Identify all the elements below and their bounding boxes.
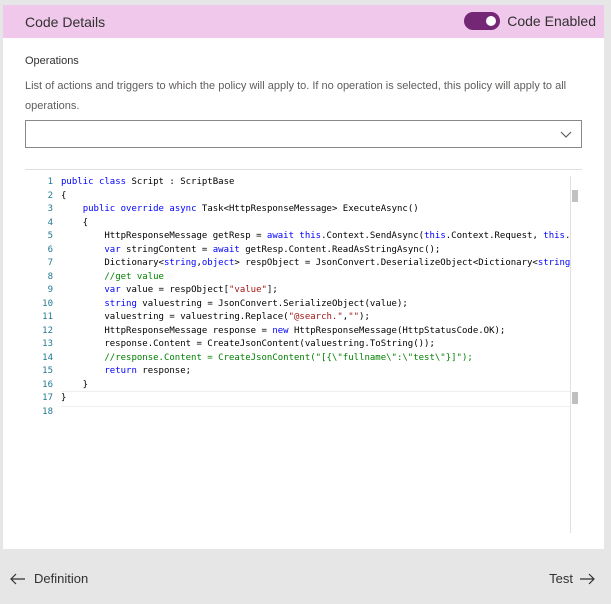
code-line[interactable]: var stringContent = await getResp.Conten… bbox=[61, 244, 570, 258]
code-line[interactable]: var value = respObject["value"]; bbox=[61, 284, 570, 298]
code-line[interactable]: string valuestring = JsonConvert.Seriali… bbox=[61, 298, 570, 312]
next-label: Test bbox=[549, 571, 573, 586]
line-number: 10 bbox=[42, 298, 53, 309]
line-number: 18 bbox=[42, 406, 53, 417]
operations-dropdown[interactable] bbox=[25, 120, 582, 148]
operations-label: Operations bbox=[25, 55, 79, 67]
code-line[interactable]: HttpResponseMessage response = new HttpR… bbox=[61, 325, 570, 339]
arrow-left-icon bbox=[10, 573, 25, 584]
code-line[interactable]: return response; bbox=[61, 365, 570, 379]
code-line[interactable]: HttpResponseMessage getResp = await this… bbox=[61, 230, 570, 244]
arrow-right-icon bbox=[580, 573, 595, 584]
line-number: 7 bbox=[47, 258, 53, 268]
panel-title: Code Details bbox=[25, 14, 106, 30]
code-area[interactable]: public class Script : ScriptBase{ public… bbox=[61, 176, 570, 419]
toggle-knob bbox=[486, 16, 497, 26]
code-line[interactable]: } bbox=[61, 391, 570, 407]
code-line[interactable]: //get value bbox=[61, 271, 570, 285]
definition-back-button[interactable]: Definition bbox=[10, 571, 88, 586]
code-editor[interactable]: 1 2 3 4 5 6 7 8 9 10 11 12 13 14 15 16 17 18 public class… bbox=[25, 169, 582, 533]
wizard-footer: Definition Test bbox=[0, 549, 611, 604]
code-line[interactable]: //response.Content = CreateJsonContent("… bbox=[61, 352, 570, 366]
operations-description: List of actions and triggers to which th… bbox=[25, 80, 567, 112]
line-number-gutter: 1 2 3 4 5 6 7 8 9 10 11 12 13 14 15 16 17 18 bbox=[25, 176, 53, 419]
line-number: 4 bbox=[47, 217, 53, 228]
line-number: 13 bbox=[42, 339, 53, 349]
toggle-label: Code Enabled bbox=[507, 13, 596, 29]
code-line[interactable]: public class Script : ScriptBase bbox=[61, 176, 570, 190]
line-number: 9 bbox=[47, 285, 53, 295]
code-line[interactable]: response.Content = CreateJsonContent(val… bbox=[61, 338, 570, 352]
code-line[interactable]: ​ bbox=[61, 406, 570, 420]
code-line[interactable]: valuestring = valuestring.Replace("@sear… bbox=[61, 311, 570, 325]
scrollbar-thumb[interactable] bbox=[572, 190, 578, 202]
chevron-down-icon bbox=[560, 131, 572, 138]
code-line[interactable]: { bbox=[61, 190, 570, 204]
line-number: 12 bbox=[42, 325, 53, 336]
code-line[interactable]: Dictionary<string,object> respObject = J… bbox=[61, 257, 570, 271]
code-line[interactable]: { bbox=[61, 217, 570, 231]
line-number: 3 bbox=[47, 204, 53, 214]
code-line[interactable]: } bbox=[61, 379, 570, 393]
line-number: 14 bbox=[42, 352, 53, 363]
line-number: 5 bbox=[47, 231, 53, 241]
line-number: 16 bbox=[42, 379, 53, 390]
line-number: 15 bbox=[42, 366, 53, 376]
line-number: 11 bbox=[42, 312, 53, 322]
code-details-panel: Code Details Code Enabled Operations Lis… bbox=[3, 5, 604, 549]
toggle-switch[interactable] bbox=[464, 12, 501, 30]
line-number: 17 bbox=[42, 393, 53, 403]
test-next-button[interactable]: Test bbox=[549, 571, 595, 586]
line-number: 2 bbox=[47, 190, 53, 201]
scrollbar-marker bbox=[572, 392, 578, 404]
back-label: Definition bbox=[34, 571, 89, 586]
line-number: 8 bbox=[47, 271, 53, 282]
panel-header: Code Details Code Enabled bbox=[3, 5, 604, 38]
code-line[interactable]: public override async Task<HttpResponseM… bbox=[61, 203, 570, 217]
code-enabled-toggle[interactable]: Code Enabled bbox=[464, 11, 596, 31]
vertical-scrollbar[interactable] bbox=[570, 176, 582, 533]
line-number: 6 bbox=[47, 244, 53, 255]
line-number: 1 bbox=[47, 177, 53, 187]
